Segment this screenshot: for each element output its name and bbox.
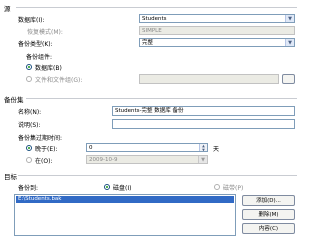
description-label: 说明(S): xyxy=(18,122,41,129)
database-dropdown[interactable]: Students ▼ xyxy=(139,14,295,23)
backup-name-input[interactable]: Students-完整 数据库 备份 xyxy=(112,106,295,116)
section-source-divider xyxy=(16,7,297,8)
tape-radio[interactable] xyxy=(214,184,220,190)
files-filegroups-field xyxy=(139,74,279,84)
section-source-header: 源 xyxy=(4,5,11,13)
tape-label: 磁带(P) xyxy=(223,185,244,192)
section-destination-divider xyxy=(18,175,297,176)
chevron-down-icon[interactable]: ▼ xyxy=(285,39,294,46)
expiration-label: 备份集过期时间: xyxy=(18,135,63,142)
recovery-model-field: SIMPLE xyxy=(139,26,295,35)
description-input[interactable] xyxy=(112,119,295,129)
component-database-radio[interactable] xyxy=(26,64,32,70)
chevron-down-icon: ▼ xyxy=(198,156,207,163)
component-files-label: 文件和文件组(G): xyxy=(35,77,83,84)
backup-type-value: 完整 xyxy=(142,40,154,46)
recovery-model-value: SIMPLE xyxy=(142,28,162,34)
browse-files-button[interactable] xyxy=(282,74,295,84)
section-backup-set-divider xyxy=(26,98,297,99)
database-label: 数据库(I): xyxy=(18,17,45,24)
backup-type-dropdown[interactable]: 完整 ▼ xyxy=(139,38,295,47)
destination-list[interactable]: E:\Students.bak xyxy=(14,194,236,236)
component-files-radio[interactable] xyxy=(26,76,32,82)
list-item[interactable]: E:\Students.bak xyxy=(16,196,234,203)
backup-name-value: Students-完整 数据库 备份 xyxy=(115,108,184,114)
expire-after-radio[interactable] xyxy=(26,145,32,151)
expire-on-label: 在(O): xyxy=(35,158,53,165)
chevron-down-icon[interactable]: ▼ xyxy=(285,15,294,22)
contents-button[interactable]: 内容(C) xyxy=(242,223,295,234)
section-destination-header: 目标 xyxy=(4,173,17,181)
add-destination-button[interactable]: 添加(D)... xyxy=(242,195,295,206)
expire-on-value: 2009-10-9 xyxy=(89,157,118,163)
section-backup-set-header: 备份集 xyxy=(4,96,24,104)
backup-to-label: 备份到: xyxy=(18,185,39,192)
days-unit-label: 天 xyxy=(213,146,220,153)
expire-after-days-stepper[interactable]: 0 ▲ ▼ xyxy=(86,143,208,152)
disk-radio[interactable] xyxy=(104,184,110,190)
expire-on-date-picker: 2009-10-9 ▼ xyxy=(86,155,208,164)
spin-arrows-icon[interactable]: ▲ ▼ xyxy=(199,144,207,151)
remove-destination-button[interactable]: 删除(M) xyxy=(242,209,295,220)
disk-label: 磁盘(I) xyxy=(113,185,132,192)
name-label: 名称(N): xyxy=(18,109,42,116)
expire-after-value: 0 xyxy=(89,145,93,151)
database-dropdown-value: Students xyxy=(142,16,167,22)
backup-type-label: 备份类型(K): xyxy=(18,41,53,48)
recovery-model-label: 恢复模式(M): xyxy=(27,29,63,36)
component-database-label: 数据库(B) xyxy=(35,65,62,72)
expire-after-label: 晚于(E): xyxy=(35,146,58,153)
backup-component-label: 备份组件: xyxy=(26,54,53,61)
expire-on-radio[interactable] xyxy=(26,157,32,163)
